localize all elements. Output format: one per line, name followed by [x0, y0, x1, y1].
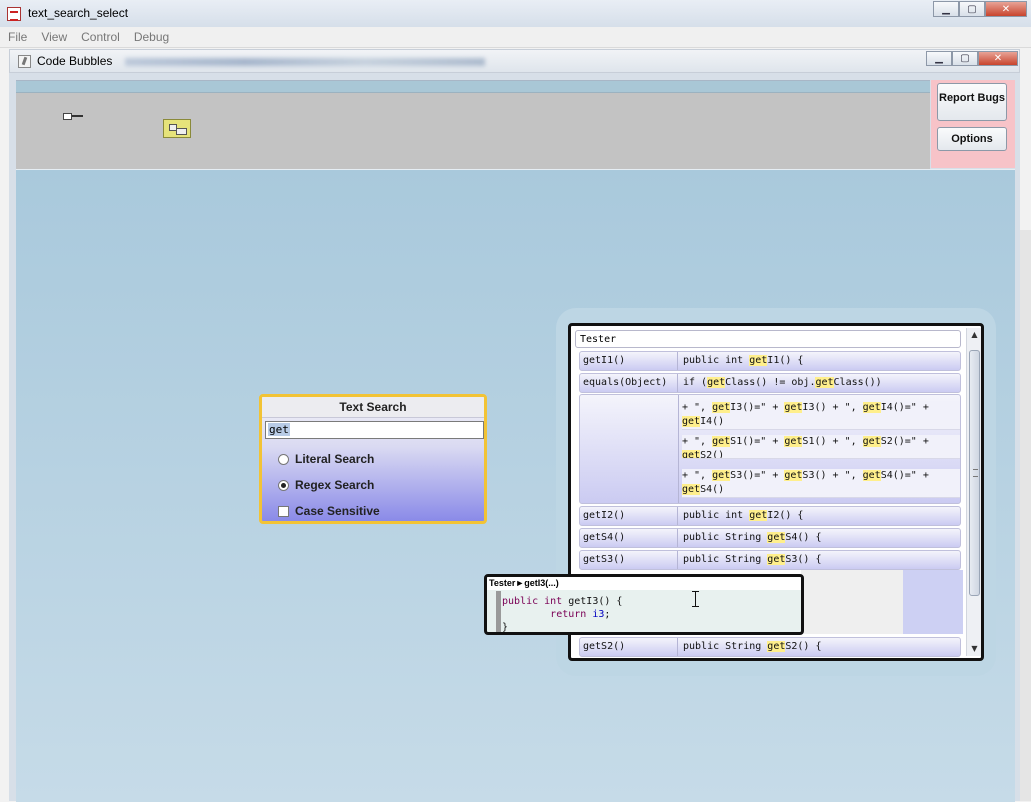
inner-maximize-button[interactable]: ▢: [952, 51, 978, 66]
app-icon: [7, 7, 21, 21]
class-header: Tester: [575, 330, 961, 348]
overview-marker-line: [72, 115, 83, 117]
case-sensitive-option[interactable]: Case Sensitive: [278, 504, 380, 518]
search-input[interactable]: get: [265, 421, 484, 439]
report-bugs-button[interactable]: Report Bugs: [937, 83, 1007, 121]
member-code: public int getI2() {: [683, 510, 804, 521]
overview-viewport[interactable]: [163, 119, 191, 138]
inner-window-title: Code Bubbles: [37, 54, 113, 68]
member-row-gets3[interactable]: getS3() public String getS3() {: [579, 550, 961, 570]
code-line: + ", getS3()=" + getS3() + ", getS4()=" …: [682, 469, 960, 484]
member-row-gets4[interactable]: getS4() public String getS4() {: [579, 528, 961, 548]
text-search-bubble[interactable]: Text Search get Literal Search Regex Sea…: [259, 394, 487, 524]
blurred-path: [125, 58, 485, 66]
scroll-down-arrow[interactable]: ▼: [967, 642, 981, 656]
inner-minimize-button[interactable]: ▁: [926, 51, 952, 66]
member-row-tostring[interactable]: + ", getI3()=" + getI3() + ", getI4()=" …: [579, 394, 961, 504]
method-peek-bubble[interactable]: Tester►getI3(...) public int getI3() { r…: [484, 574, 804, 635]
member-code: public String getS2() {: [683, 641, 822, 652]
member-name: getS3(): [580, 551, 678, 569]
member-row-geti1[interactable]: getI1() public int getI1() {: [579, 351, 961, 371]
regex-search-radio[interactable]: [278, 479, 289, 491]
maximize-button[interactable]: ▢: [959, 1, 985, 17]
member-name: getI1(): [580, 352, 678, 370]
scroll-up-arrow[interactable]: ▲: [967, 328, 981, 342]
text-cursor-icon: [692, 591, 700, 607]
case-sensitive-checkbox[interactable]: [278, 505, 289, 517]
member-code: public String getS4() {: [683, 532, 822, 543]
peek-code-line[interactable]: public int getI3() {: [502, 595, 622, 608]
member-name: getS4(): [580, 529, 678, 547]
literal-search-label: Literal Search: [295, 452, 375, 466]
literal-search-option[interactable]: Literal Search: [278, 452, 374, 466]
menu-view[interactable]: View: [33, 27, 73, 47]
vertical-scrollbar[interactable]: ▲ ▼: [966, 328, 981, 656]
member-row-equals[interactable]: equals(Object) if (getClass() != obj.get…: [579, 373, 961, 393]
side-panel: Report Bugs Options: [931, 80, 1015, 168]
menu-file[interactable]: File: [0, 27, 33, 47]
close-button[interactable]: ✕: [985, 1, 1027, 17]
peek-code-line[interactable]: }: [502, 621, 508, 632]
member-code: public int getI1() {: [683, 355, 804, 366]
overview-bubble-marker[interactable]: [63, 113, 72, 120]
code-line: getS4(): [682, 483, 960, 498]
expanded-gap-side: [903, 570, 963, 634]
member-row-gets2[interactable]: getS2() public String getS2() {: [579, 637, 961, 657]
window-title: text_search_select: [28, 6, 129, 20]
regex-search-option[interactable]: Regex Search: [278, 478, 374, 492]
mini-bubble-b: [176, 128, 187, 135]
inner-window-title-bar: Code Bubbles ▁ ▢ ✕: [9, 49, 1020, 73]
window-edge: [1020, 230, 1031, 801]
code-bubbles-icon: [18, 55, 31, 68]
inner-close-button[interactable]: ✕: [978, 51, 1018, 66]
overview-panel[interactable]: [16, 80, 930, 169]
menu-debug[interactable]: Debug: [126, 27, 175, 47]
code-line: + ", getS1()=" + getS1() + ", getS2()=" …: [682, 435, 960, 450]
scroll-thumb[interactable]: [969, 350, 980, 596]
peek-gutter: [496, 591, 501, 632]
regex-search-label: Regex Search: [295, 478, 375, 492]
window-title-bar: text_search_select ▁ ▢ ✕: [0, 0, 1031, 27]
peek-code-line[interactable]: return i3;: [502, 608, 610, 621]
code-line: getS2(): [682, 449, 960, 459]
overview-strip: [16, 81, 930, 93]
minimize-button[interactable]: ▁: [933, 1, 959, 17]
member-row-geti2[interactable]: getI2() public int getI2() {: [579, 506, 961, 526]
member-name: getS2(): [580, 638, 678, 656]
options-button[interactable]: Options: [937, 127, 1007, 151]
search-input-value: get: [268, 423, 290, 436]
member-code: public String getS3() {: [683, 554, 822, 565]
code-line: + ", getI3()=" + getI3() + ", getI4()=" …: [682, 401, 960, 416]
menu-bar: File View Control Debug: [0, 27, 1031, 48]
peek-title: Tester►getI3(...): [487, 577, 801, 590]
member-name: [580, 395, 679, 503]
case-sensitive-label: Case Sensitive: [295, 504, 380, 518]
member-name: equals(Object): [580, 374, 678, 392]
text-search-title: Text Search: [262, 397, 484, 418]
member-code: if (getClass() != obj.getClass()): [683, 377, 882, 388]
menu-control[interactable]: Control: [73, 27, 126, 47]
scroll-grip: [973, 469, 978, 477]
code-line: getI4(): [682, 415, 960, 430]
literal-search-radio[interactable]: [278, 453, 289, 465]
member-name: getI2(): [580, 507, 678, 525]
